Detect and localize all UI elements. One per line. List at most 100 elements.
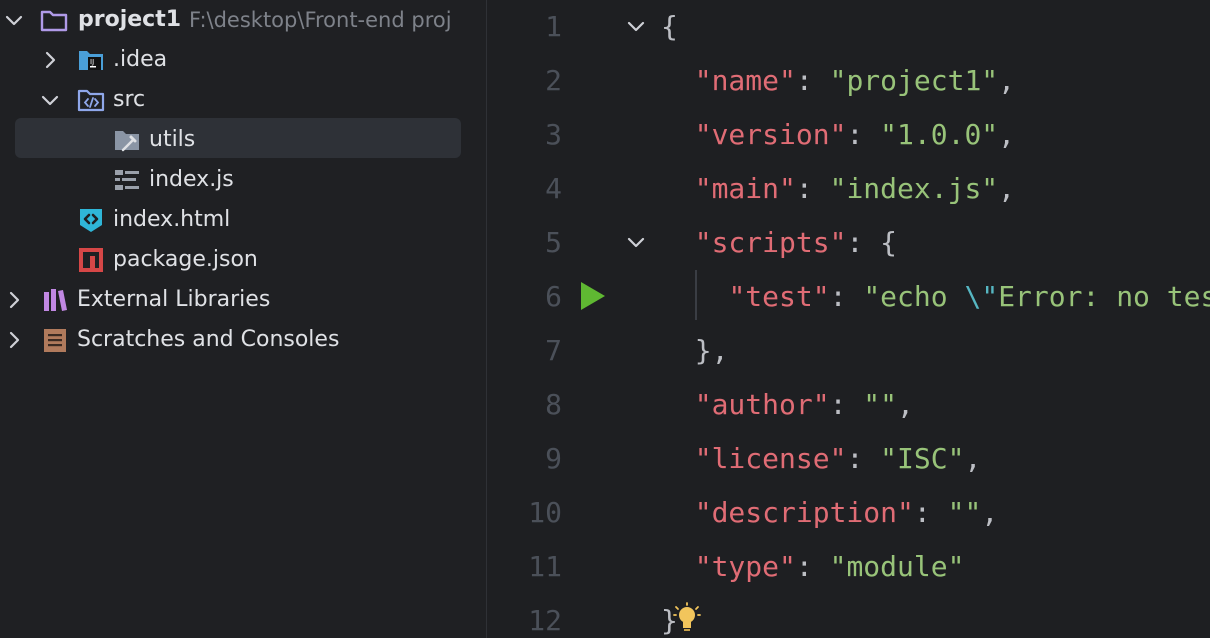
tree-item-label: .idea (113, 47, 168, 72)
json-punctuation (661, 550, 695, 583)
json-string: "1.0.0" (880, 118, 999, 151)
tree-item-idea[interactable]: IJ .idea (0, 40, 486, 80)
project-tree: project1 F:\desktop\Front-end proj IJ .i… (0, 0, 486, 638)
folder-icon (40, 10, 68, 32)
run-icon[interactable] (579, 280, 607, 312)
code-line: "author": "", (661, 378, 914, 432)
tree-item-external-libraries[interactable]: External Libraries (0, 280, 486, 320)
chevron-right-icon[interactable] (38, 48, 62, 72)
lightbulb-icon[interactable] (673, 602, 701, 634)
utils-folder-icon (115, 131, 139, 152)
tree-item-scratches[interactable]: Scratches and Consoles (0, 320, 486, 360)
code-line: "name": "project1", (661, 54, 1015, 108)
json-string: Error: no test specified (998, 280, 1210, 313)
chevron-right-icon[interactable] (2, 288, 26, 312)
json-key: "license" (694, 442, 847, 475)
fold-toggle-icon[interactable] (624, 14, 648, 38)
project-path: F:\desktop\Front-end proj (189, 8, 452, 32)
json-key: "description" (694, 496, 914, 529)
scratches-icon (44, 329, 66, 352)
code-line: { (661, 0, 678, 54)
json-punctuation: : (795, 64, 830, 97)
code-line: }, (661, 324, 729, 378)
idea-folder-icon: IJ (79, 51, 103, 70)
json-punctuation: , (964, 442, 982, 475)
json-punctuation: : { (846, 226, 898, 259)
chevron-down-icon[interactable] (38, 88, 62, 112)
json-key: "main" (694, 172, 796, 205)
json-string: "ISC" (880, 442, 965, 475)
line-number: 10 (528, 496, 562, 529)
line-number: 7 (545, 334, 562, 367)
js-file-icon (115, 170, 139, 190)
tree-item-project1[interactable]: project1 F:\desktop\Front-end proj (0, 0, 486, 40)
ide-window: project1 F:\desktop\Front-end proj IJ .i… (0, 0, 1210, 638)
line-number: 12 (528, 604, 562, 637)
chevron-down-icon[interactable] (2, 8, 26, 32)
tree-item-label: project1 (78, 7, 182, 32)
json-punctuation (661, 172, 695, 205)
json-string: "echo (863, 280, 965, 313)
library-icon (44, 289, 67, 311)
code-line: "type": "module" (661, 540, 965, 594)
fold-toggle-icon[interactable] (624, 230, 648, 254)
npm-package-icon (79, 248, 103, 272)
json-string: "" (947, 496, 982, 529)
json-key: "scripts" (694, 226, 847, 259)
json-key: "name" (694, 64, 796, 97)
tree-item-package-json[interactable]: package.json (0, 240, 486, 280)
json-punctuation (661, 442, 695, 475)
tree-item-utils[interactable]: utils (0, 120, 486, 160)
json-key: "type" (694, 550, 796, 583)
json-punctuation (661, 64, 695, 97)
json-punctuation: : (829, 280, 864, 313)
line-number: 9 (545, 442, 562, 475)
json-string: "" (863, 388, 898, 421)
tree-item-label: package.json (113, 247, 258, 272)
json-punctuation: }, (661, 334, 729, 367)
json-string: \" (964, 280, 999, 313)
json-punctuation (661, 280, 728, 313)
line-number: 1 (545, 10, 562, 43)
tree-item-label: Scratches and Consoles (77, 327, 340, 352)
json-punctuation: : (846, 118, 881, 151)
tree-item-label: External Libraries (77, 287, 271, 312)
json-key: "author" (694, 388, 830, 421)
code-line: "scripts": { (661, 216, 897, 270)
line-number: 11 (528, 550, 562, 583)
line-number: 3 (545, 118, 562, 151)
tree-item-label: src (113, 87, 146, 112)
json-key: "version" (694, 118, 847, 151)
source-folder-icon (77, 89, 105, 112)
code-line: "description": "", (661, 486, 998, 540)
code-line: "test": "echo \"Error: no test specified (661, 270, 1210, 324)
line-number: 2 (545, 64, 562, 97)
chevron-right-icon[interactable] (2, 328, 26, 352)
json-punctuation (661, 496, 695, 529)
tree-item-index-html[interactable]: index.html (0, 200, 486, 240)
tree-item-index-js[interactable]: index.js (0, 160, 486, 200)
json-punctuation (661, 226, 695, 259)
json-punctuation: , (998, 172, 1016, 205)
json-punctuation: : (846, 442, 881, 475)
code-editor[interactable]: 1 2 3 4 5 6 7 8 9 10 11 12 { "name": "pr… (487, 0, 1210, 638)
line-number: 6 (545, 280, 562, 313)
json-string: "module" (829, 550, 965, 583)
json-punctuation: { (661, 10, 678, 43)
line-number: 5 (545, 226, 562, 259)
json-string: "project1" (829, 64, 999, 97)
svg-text:IJ: IJ (90, 58, 94, 66)
tree-item-label: utils (149, 127, 196, 152)
json-punctuation: : (913, 496, 948, 529)
json-punctuation: : (795, 550, 830, 583)
json-punctuation: : (829, 388, 864, 421)
json-punctuation (661, 118, 695, 151)
json-punctuation: , (998, 118, 1016, 151)
tree-item-src[interactable]: src (0, 80, 486, 120)
line-number: 8 (545, 388, 562, 421)
line-number: 4 (545, 172, 562, 205)
code-line: "main": "index.js", (661, 162, 1015, 216)
code-line: "version": "1.0.0", (661, 108, 1015, 162)
tree-item-label: index.html (113, 207, 231, 232)
json-string: "index.js" (829, 172, 999, 205)
